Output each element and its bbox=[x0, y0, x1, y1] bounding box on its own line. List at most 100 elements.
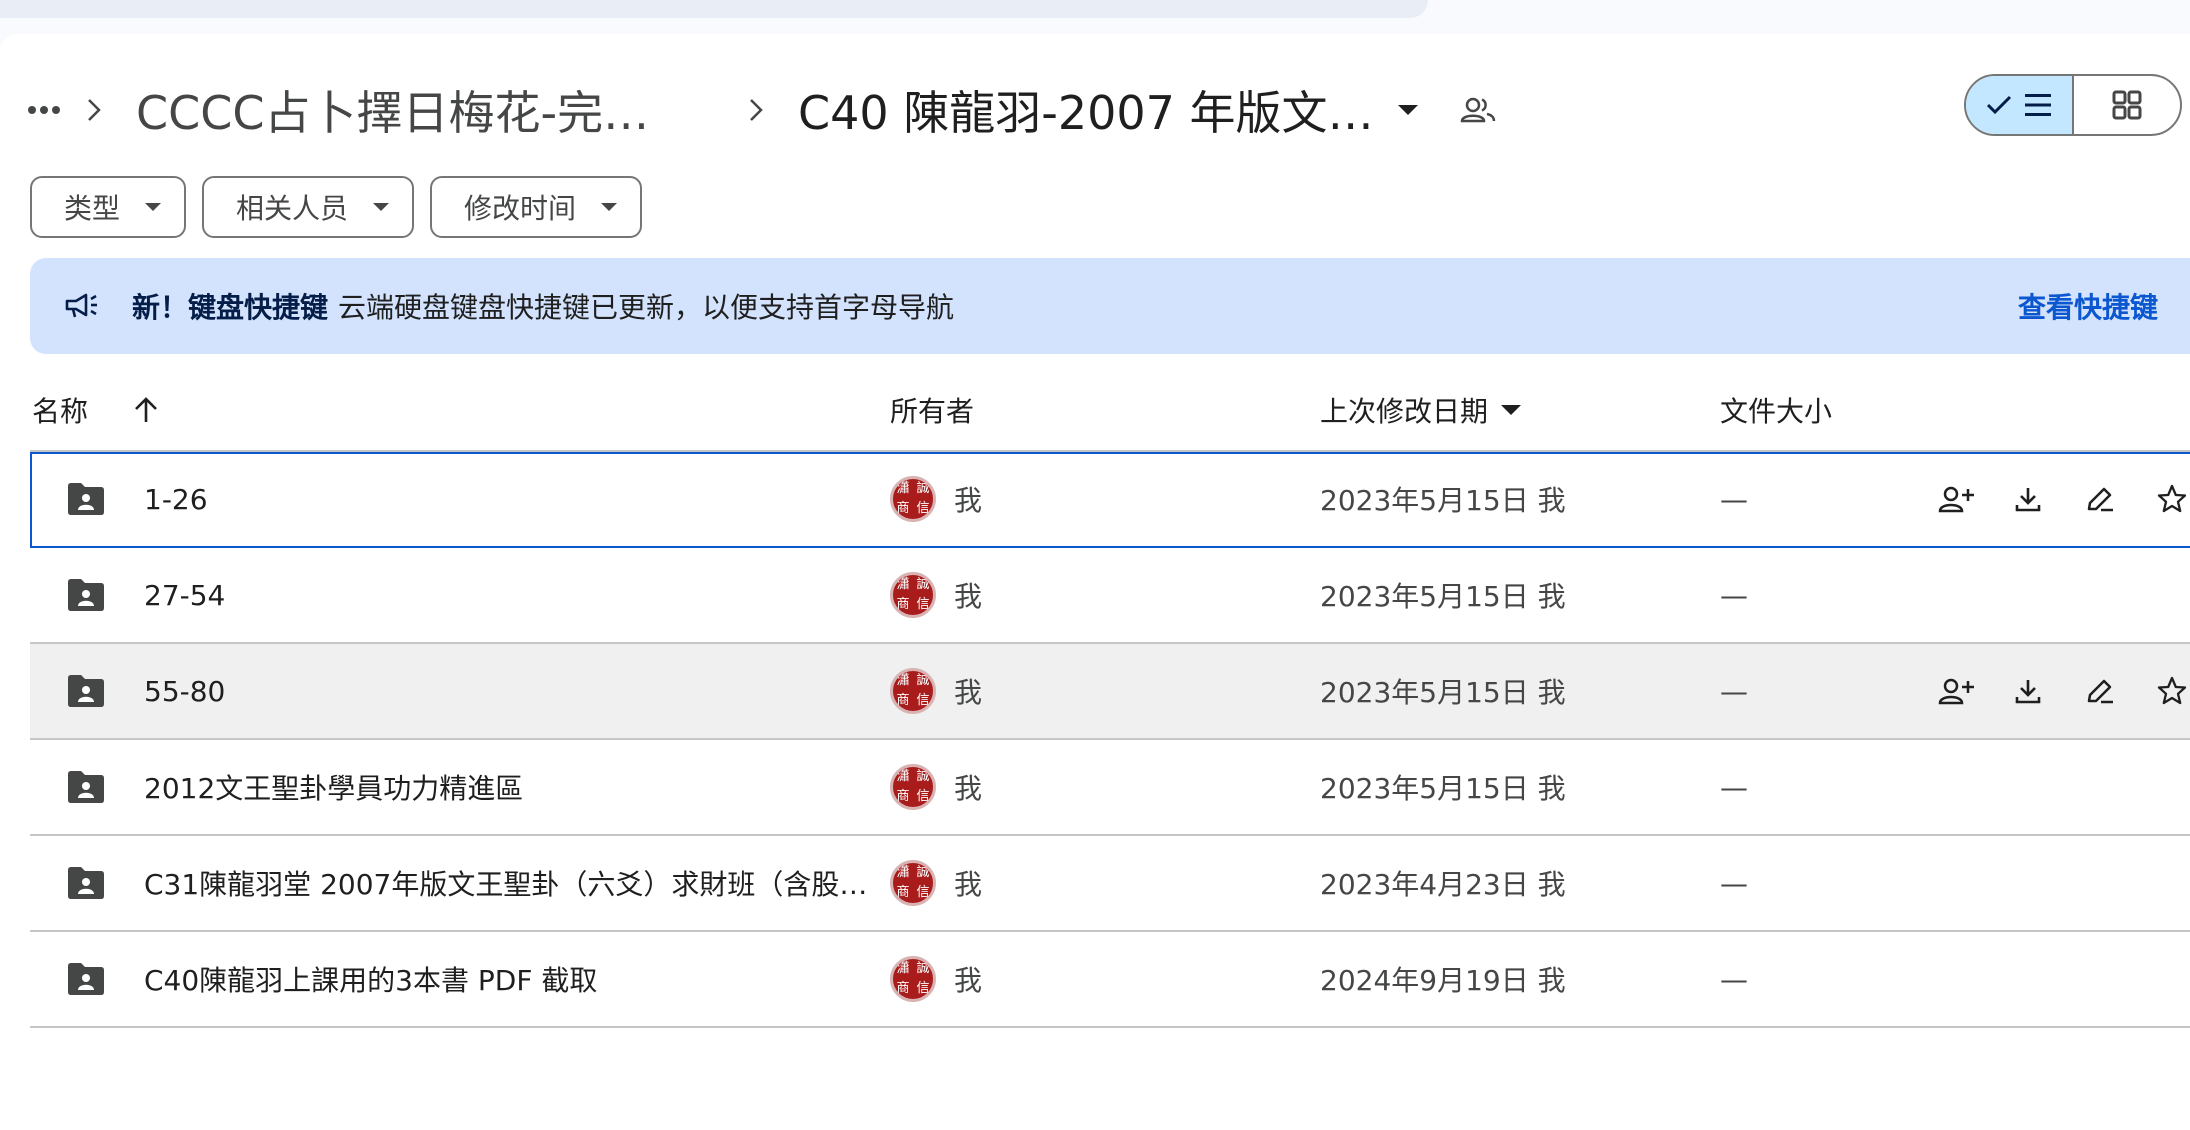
rename-pencil-icon bbox=[2087, 487, 2113, 512]
chip-label: 类型 bbox=[64, 192, 121, 225]
chip-label: 相关人员 bbox=[236, 192, 349, 225]
owner-cell: 瀟誠商信 我 bbox=[890, 476, 982, 522]
file-name: 27-54 bbox=[144, 578, 226, 612]
chevron-right-icon bbox=[750, 99, 763, 121]
avatar: 瀟誠商信 bbox=[890, 668, 936, 714]
modified-date: 2023年5月15日 我 bbox=[1320, 580, 1566, 613]
owner-cell: 瀟誠商信 我 bbox=[890, 956, 982, 1002]
modified-date: 2023年5月15日 我 bbox=[1320, 484, 1566, 517]
caret-down-icon bbox=[145, 203, 162, 211]
file-name: C31陳龍羽堂 2007年版文王聖卦（六爻）求財班（含股票） bbox=[144, 868, 874, 901]
owner-cell: 瀟誠商信 我 bbox=[890, 764, 982, 810]
file-name: C40陳龍羽上課用的3本書 PDF 截取 bbox=[144, 964, 598, 997]
table-row[interactable]: 27-54 瀟誠商信 我 2023年5月15日 我 — bbox=[30, 548, 2190, 644]
grid-icon bbox=[2112, 90, 2142, 120]
banner-message: 云端硬盘键盘快捷键已更新，以便支持首字母导航 bbox=[338, 291, 955, 324]
chevron-right-icon bbox=[88, 99, 101, 121]
table-header: 名称 所有者 上次修改日期 文件大小 bbox=[30, 370, 2190, 452]
breadcrumb-parent-folder[interactable]: CCCC占卜擇日梅花-完整版 bbox=[124, 77, 698, 143]
filter-chips: 类型 相关人员 修改时间 bbox=[30, 176, 643, 238]
avatar: 瀟誠商信 bbox=[890, 476, 936, 522]
column-owner: 所有者 bbox=[890, 395, 975, 428]
file-size: — bbox=[1720, 962, 1748, 996]
breadcrumb-current-folder[interactable]: C40 陳龍羽-2007 年版文王聖卦 bbox=[786, 77, 1378, 143]
filter-type-chip[interactable]: 类型 bbox=[30, 176, 187, 238]
shared-folder-icon bbox=[64, 477, 108, 521]
owner-name: 我 bbox=[954, 868, 983, 901]
shared-folder-icon bbox=[64, 573, 108, 617]
file-name: 2012文王聖卦學員功力精進區 bbox=[144, 772, 524, 805]
modified-date: 2023年4月23日 我 bbox=[1320, 868, 1566, 901]
row-actions bbox=[1920, 663, 2190, 719]
file-name: 1-26 bbox=[144, 482, 208, 516]
shared-with-button[interactable] bbox=[1450, 82, 1506, 138]
download-icon bbox=[2015, 488, 2041, 512]
column-modified[interactable]: 上次修改日期 bbox=[1320, 390, 1522, 430]
sort-direction-button[interactable] bbox=[128, 392, 164, 428]
filter-modified-chip[interactable]: 修改时间 bbox=[430, 176, 643, 238]
column-name[interactable]: 名称 bbox=[32, 390, 164, 430]
column-name-label: 名称 bbox=[32, 395, 89, 428]
file-size: — bbox=[1720, 482, 1748, 516]
download-button[interactable] bbox=[1992, 471, 2064, 527]
download-icon bbox=[2015, 680, 2041, 704]
filter-people-chip[interactable]: 相关人员 bbox=[202, 176, 415, 238]
shortcuts-banner: 新！键盘快捷键 云端硬盘键盘快捷键已更新，以便支持首字母导航 查看快捷键 bbox=[30, 258, 2190, 354]
breadcrumb-separator bbox=[64, 97, 124, 123]
avatar: 瀟誠商信 bbox=[890, 956, 936, 1002]
owner-cell: 瀟誠商信 我 bbox=[890, 860, 982, 906]
rename-button[interactable] bbox=[2064, 471, 2136, 527]
rename-button[interactable] bbox=[2064, 663, 2136, 719]
table-row[interactable]: 2012文王聖卦學員功力精進區 瀟誠商信 我 2023年5月15日 我 — bbox=[30, 740, 2190, 836]
owner-name: 我 bbox=[954, 964, 983, 997]
modified-date: 2023年5月15日 我 bbox=[1320, 772, 1566, 805]
column-size: 文件大小 bbox=[1720, 395, 1833, 428]
table-row[interactable]: C31陳龍羽堂 2007年版文王聖卦（六爻）求財班（含股票） 瀟誠商信 我 20… bbox=[30, 836, 2190, 932]
megaphone-icon bbox=[62, 286, 102, 326]
avatar: 瀟誠商信 bbox=[890, 764, 936, 810]
star-button[interactable] bbox=[2136, 471, 2190, 527]
shared-folder-icon bbox=[64, 957, 108, 1001]
caret-down-icon bbox=[1501, 405, 1522, 415]
star-button[interactable] bbox=[2136, 663, 2190, 719]
table-row[interactable]: 1-26 瀟誠商信 我 2023年5月15日 我 — bbox=[30, 452, 2190, 548]
file-name: 55-80 bbox=[144, 674, 226, 708]
main-content: CCCC占卜擇日梅花-完整版 C40 陳龍羽-2007 年版文王聖卦 bbox=[0, 34, 2190, 1130]
file-size: — bbox=[1720, 770, 1748, 804]
arrow-up-icon bbox=[135, 397, 157, 422]
breadcrumb: CCCC占卜擇日梅花-完整版 C40 陳龍羽-2007 年版文王聖卦 bbox=[24, 70, 1506, 150]
search-bar-edge[interactable] bbox=[0, 0, 1428, 18]
more-horizontal-icon bbox=[28, 106, 60, 114]
owner-name: 我 bbox=[954, 772, 983, 805]
list-view-button[interactable] bbox=[1966, 76, 2074, 134]
owner-name: 我 bbox=[954, 580, 983, 613]
banner-title: 新！键盘快捷键 bbox=[132, 291, 329, 324]
add-person-icon bbox=[1938, 486, 1974, 513]
avatar: 瀟誠商信 bbox=[890, 860, 936, 906]
view-shortcuts-link[interactable]: 查看快捷键 bbox=[2018, 286, 2158, 326]
view-toggle bbox=[1964, 74, 2182, 136]
download-button[interactable] bbox=[1992, 663, 2064, 719]
owner-name: 我 bbox=[954, 676, 983, 709]
file-size: — bbox=[1720, 578, 1748, 612]
breadcrumb-separator bbox=[726, 97, 786, 123]
breadcrumb-more-button[interactable] bbox=[24, 90, 64, 130]
column-modified-label: 上次修改日期 bbox=[1320, 395, 1489, 428]
owner-cell: 瀟誠商信 我 bbox=[890, 668, 982, 714]
top-strip bbox=[0, 0, 2190, 34]
check-icon bbox=[1986, 95, 2012, 115]
share-button[interactable] bbox=[1920, 471, 1992, 527]
file-size: — bbox=[1720, 866, 1748, 900]
shared-folder-icon bbox=[64, 765, 108, 809]
people-icon bbox=[1460, 97, 1496, 123]
share-button[interactable] bbox=[1920, 663, 1992, 719]
modified-date: 2023年5月15日 我 bbox=[1320, 676, 1566, 709]
table-row[interactable]: 55-80 瀟誠商信 我 2023年5月15日 我 — bbox=[30, 644, 2190, 740]
grid-view-button[interactable] bbox=[2074, 76, 2180, 134]
folder-actions-dropdown[interactable] bbox=[1386, 88, 1430, 132]
caret-down-icon bbox=[601, 203, 618, 211]
owner-cell: 瀟誠商信 我 bbox=[890, 572, 982, 618]
owner-name: 我 bbox=[954, 484, 983, 517]
caret-down-icon bbox=[1398, 105, 1418, 115]
table-row[interactable]: C40陳龍羽上課用的3本書 PDF 截取 瀟誠商信 我 2024年9月19日 我… bbox=[30, 932, 2190, 1028]
